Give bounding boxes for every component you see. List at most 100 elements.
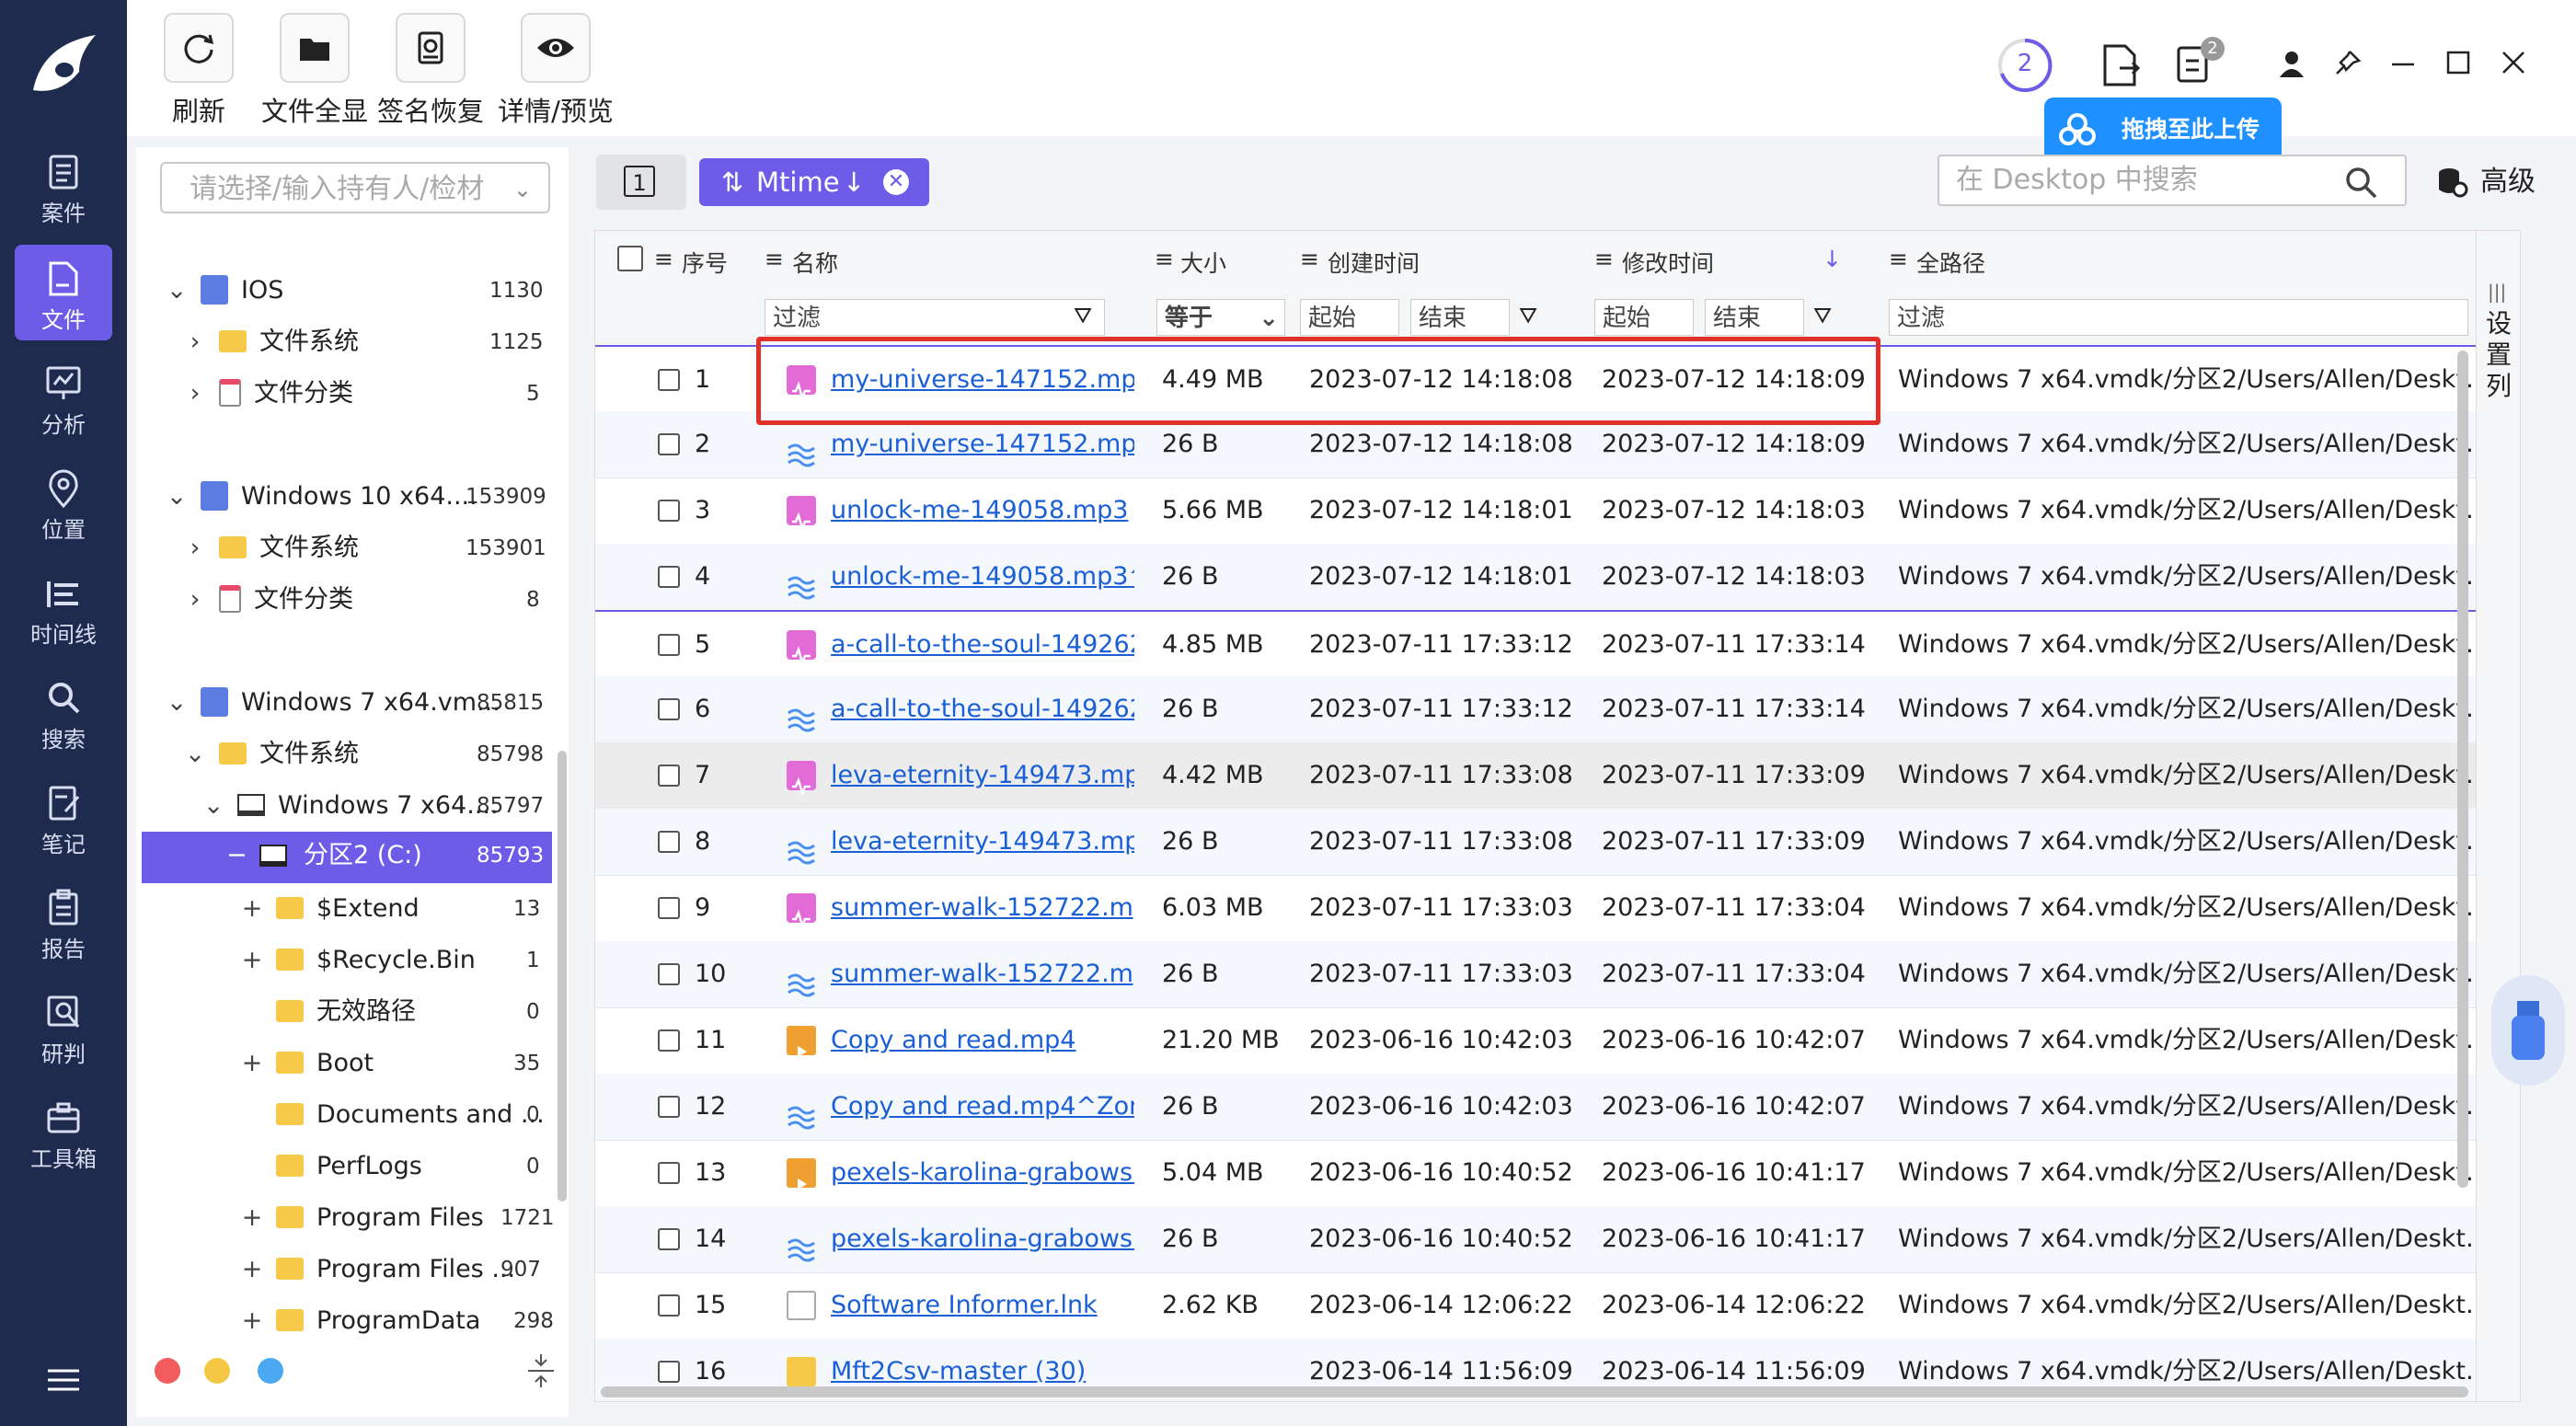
- select-all-checkbox[interactable]: [617, 246, 643, 271]
- row-checkbox[interactable]: [658, 698, 680, 720]
- table-horizontal-scrollbar[interactable]: [601, 1386, 2468, 1397]
- header-ctime[interactable]: 创建时间: [1328, 246, 1420, 279]
- advanced-search-button[interactable]: 高级: [2436, 160, 2547, 204]
- row-checkbox[interactable]: [658, 831, 680, 853]
- tree-item[interactable]: Documents and ... 0: [241, 1091, 545, 1139]
- table-row[interactable]: 7 leva-eternity-149473.mp3 4.42 MB 2023-07-…: [595, 742, 2520, 810]
- collapse-all-icon[interactable]: [526, 1352, 556, 1389]
- filter-icon[interactable]: ⛛: [1813, 303, 1832, 328]
- tree-item[interactable]: › 文件分类 8: [184, 576, 543, 624]
- row-checkbox[interactable]: [658, 369, 680, 391]
- file-name-link[interactable]: summer-walk-152722.mp3^Zone.Identifier: [831, 941, 1134, 1007]
- search-input[interactable]: 在 Desktop 中搜索: [1938, 155, 2407, 206]
- task-progress-indicator[interactable]: 2: [1996, 37, 2053, 94]
- header-size[interactable]: 大小: [1180, 246, 1226, 279]
- row-checkbox[interactable]: [658, 1029, 680, 1052]
- red-dot-icon[interactable]: [155, 1358, 180, 1384]
- tree-item[interactable]: ⌄ 文件系统 85798: [184, 730, 544, 778]
- clipboard-list-button[interactable]: 2: [2175, 37, 2226, 88]
- minimize-icon[interactable]: [2390, 52, 2416, 77]
- usb-float-button[interactable]: [2491, 975, 2565, 1086]
- mtime-end-input[interactable]: 结束: [1705, 299, 1804, 336]
- tree-item[interactable]: PerfLogs 0: [241, 1143, 543, 1190]
- tree-item[interactable]: 无效路径 0: [241, 988, 543, 1036]
- file-name-link[interactable]: pexels-karolina-grabowska.mp4: [831, 1140, 1134, 1206]
- menu-icon[interactable]: [46, 1367, 81, 1393]
- tree-item[interactable]: + $Recycle.Bin 1: [241, 937, 543, 984]
- tree-item[interactable]: + Program Files ... 907: [241, 1246, 543, 1294]
- table-row[interactable]: 11 Copy and read.mp4 21.20 MB 2023-06-16 10…: [595, 1007, 2520, 1075]
- file-name-link[interactable]: summer-walk-152722.mp3: [831, 875, 1134, 941]
- row-checkbox[interactable]: [658, 1096, 680, 1118]
- table-row[interactable]: 15 Software Informer.lnk 2.62 KB 2023-06-14…: [595, 1272, 2520, 1340]
- table-row[interactable]: 8 leva-eternity-149473.mp3^Zone.Identifie…: [595, 809, 2520, 876]
- nav-item-location[interactable]: 位置: [15, 454, 112, 550]
- tree-item[interactable]: + ProgramData 298: [241, 1297, 554, 1345]
- tree-scrollbar[interactable]: [558, 751, 567, 1202]
- nav-item-report[interactable]: 报告: [15, 874, 112, 970]
- tree-item[interactable]: + Boot 35: [241, 1040, 543, 1087]
- tree-item[interactable]: ⌄ Windows 10 x64.... 153909: [166, 473, 546, 521]
- search-icon[interactable]: [2344, 166, 2377, 199]
- show-all-files-button[interactable]: 文件全显: [259, 13, 370, 129]
- export-file-icon[interactable]: [2101, 44, 2140, 86]
- settings-column-strip[interactable]: ||| 设置列: [2476, 231, 2520, 1401]
- holder-select[interactable]: 请选择/输入持有人/检材 ⌄: [160, 162, 550, 213]
- tree-item-selected[interactable]: − 分区2 (C:) 85793: [142, 832, 552, 883]
- blue-dot-icon[interactable]: [258, 1358, 283, 1384]
- file-name-link[interactable]: unlock-me-149058.mp3^Zone.Identifier: [831, 544, 1134, 610]
- details-preview-button[interactable]: 详情/预览: [491, 13, 620, 129]
- table-row[interactable]: 4 unlock-me-149058.mp3^Zone.Identifier 26 …: [595, 544, 2520, 611]
- nav-item-notes[interactable]: 笔记: [15, 769, 112, 865]
- view-toggle-button[interactable]: 1: [596, 155, 686, 210]
- nav-item-timeline[interactable]: 时间线: [15, 559, 112, 655]
- table-row[interactable]: 10 summer-walk-152722.mp3^Zone.Identifier…: [595, 941, 2520, 1008]
- tree-item[interactable]: › 文件分类 5: [184, 370, 543, 418]
- file-name-link[interactable]: a-call-to-the-soul-149262.mp3: [831, 612, 1134, 678]
- table-row[interactable]: 3 unlock-me-149058.mp3 5.66 MB 2023-07-12 1…: [595, 477, 2520, 545]
- tree-item[interactable]: › 文件系统 153901: [184, 524, 546, 572]
- nav-item-judge[interactable]: 研判: [15, 979, 112, 1075]
- sort-chip[interactable]: ⇅ Mtime ↓ ✕: [699, 158, 929, 206]
- row-checkbox[interactable]: [658, 897, 680, 919]
- file-name-link[interactable]: Copy and read.mp4^Zone.Identifier: [831, 1074, 1134, 1140]
- row-checkbox[interactable]: [658, 765, 680, 787]
- file-name-link[interactable]: Copy and read.mp4: [831, 1007, 1134, 1074]
- tree-item[interactable]: ⌄ Windows 7 x64.vm... 85815: [166, 679, 544, 727]
- signature-recovery-button[interactable]: 签名恢复: [375, 13, 486, 129]
- table-row[interactable]: 13 pexels-karolina-grabowska.mp4 5.04 MB 20…: [595, 1140, 2520, 1207]
- maximize-icon[interactable]: [2445, 50, 2471, 75]
- header-path[interactable]: 全路径: [1916, 246, 1985, 279]
- tree-item[interactable]: ⌄ Windows 7 x64.... 85797: [202, 782, 544, 830]
- table-row[interactable]: 12 Copy and read.mp4^Zone.Identifier 26 B 2…: [595, 1074, 2520, 1141]
- close-icon[interactable]: [2501, 50, 2526, 75]
- tree-item[interactable]: ⌄ IOS 1130: [166, 267, 544, 315]
- file-name-link[interactable]: leva-eternity-149473.mp3^Zone.Identifier: [831, 809, 1134, 875]
- ctime-end-input[interactable]: 结束: [1410, 299, 1510, 336]
- row-checkbox[interactable]: [658, 1361, 680, 1383]
- remove-sort-icon[interactable]: ✕: [883, 169, 909, 195]
- path-filter-input[interactable]: 过滤: [1889, 299, 2468, 336]
- file-name-link[interactable]: leva-eternity-149473.mp3: [831, 742, 1134, 809]
- nav-item-file[interactable]: 文件: [15, 245, 112, 340]
- filter-icon[interactable]: ⛛: [1074, 303, 1092, 328]
- file-name-link[interactable]: unlock-me-149058.mp3: [831, 477, 1134, 544]
- tree-item[interactable]: + $Extend 13: [241, 885, 543, 933]
- file-name-link[interactable]: Software Informer.lnk: [831, 1272, 1134, 1339]
- tree-item[interactable]: › 文件系统 1125: [184, 318, 544, 366]
- filter-icon[interactable]: ⛛: [1519, 303, 1537, 328]
- nav-item-toolbox[interactable]: 工具箱: [15, 1084, 112, 1179]
- size-operator-select[interactable]: 等于 ⌄: [1156, 299, 1285, 336]
- header-mtime[interactable]: 修改时间: [1622, 246, 1714, 279]
- file-name-link[interactable]: a-call-to-the-soul-149262.mp3^Zone.Ident…: [831, 676, 1134, 742]
- name-filter-input[interactable]: 过滤: [765, 299, 1105, 336]
- tree-item[interactable]: + Program Files 1721: [241, 1194, 555, 1242]
- row-checkbox[interactable]: [658, 1294, 680, 1317]
- table-vertical-scrollbar[interactable]: [2457, 351, 2468, 1188]
- row-checkbox[interactable]: [658, 634, 680, 656]
- row-checkbox[interactable]: [658, 1228, 680, 1250]
- pin-icon[interactable]: [2333, 48, 2363, 77]
- user-icon[interactable]: [2278, 50, 2306, 79]
- row-checkbox[interactable]: [658, 566, 680, 588]
- file-name-link[interactable]: pexels-karolina-grabowska.mp4^Zone.Ident…: [831, 1206, 1134, 1272]
